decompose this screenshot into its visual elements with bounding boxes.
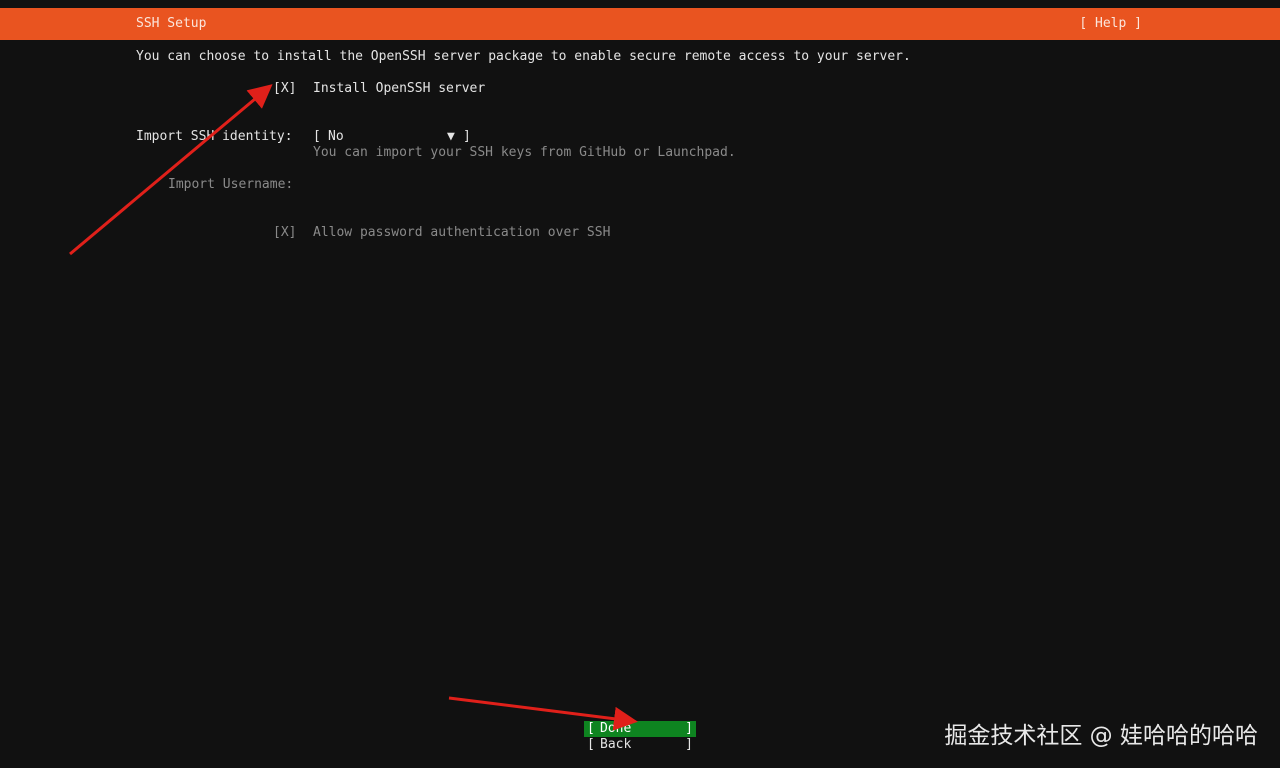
annotation-arrow-checkbox — [69, 84, 273, 256]
import-identity-help: You can import your SSH keys from GitHub… — [313, 145, 736, 160]
import-identity-label: Import SSH identity: — [136, 129, 293, 144]
allow-password-label: Allow password authentication over SSH — [313, 225, 611, 240]
done-right-bracket: ] — [685, 721, 693, 736]
page-title: SSH Setup — [136, 16, 207, 31]
done-button[interactable]: [ Done ] — [584, 721, 696, 737]
header-bar: SSH Setup [ Help ] — [0, 8, 1280, 40]
back-right-bracket: ] — [685, 737, 693, 752]
done-label: Done — [600, 721, 632, 736]
chevron-down-icon: ▼ — [447, 129, 455, 144]
install-openssh-label: Install OpenSSH server — [313, 81, 486, 96]
annotation-arrow-done — [448, 696, 638, 731]
dropdown-close-bracket: ] — [463, 129, 471, 144]
dropdown-open-bracket: [ — [313, 129, 321, 144]
annotation-overlay — [69, 84, 638, 731]
import-identity-dropdown[interactable]: [ No ▼ ] — [313, 129, 471, 209]
dropdown-selected-value: No — [328, 129, 344, 144]
import-username-label: Import Username: — [168, 177, 294, 192]
install-openssh-checkbox[interactable]: [X] — [273, 81, 296, 97]
back-button[interactable]: [ Back ] — [584, 737, 696, 753]
back-left-bracket: [ — [587, 737, 595, 752]
page-description: You can choose to install the OpenSSH se… — [136, 49, 911, 64]
back-label: Back — [600, 737, 632, 752]
done-left-bracket: [ — [587, 721, 595, 736]
watermark: 掘金技术社区 @ 娃哈哈的哈哈 — [944, 723, 1258, 749]
help-button[interactable]: [ Help ] — [1079, 16, 1142, 32]
allow-password-checkbox[interactable]: [X] — [273, 225, 296, 241]
